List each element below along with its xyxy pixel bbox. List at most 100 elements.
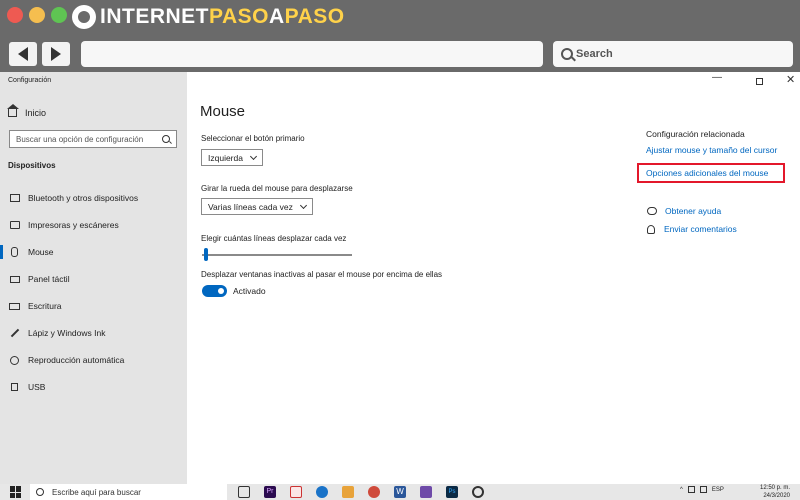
windows-start-icon[interactable] [10, 486, 22, 498]
forward-arrow-icon [51, 47, 61, 61]
get-help-link[interactable]: Obtener ayuda [647, 206, 721, 216]
pen-icon [10, 328, 19, 338]
printer-icon [9, 221, 20, 229]
logo-text: INTERNETPASOAPASO [100, 5, 345, 28]
feedback-icon [647, 224, 655, 234]
lines-slider-label: Elegir cuántas líneas desplazar cada vez [201, 234, 347, 243]
file-explorer-icon[interactable] [342, 486, 354, 498]
sidebar-item-printers[interactable]: Impresoras y escáneres [0, 214, 187, 236]
get-help-label: Obtener ayuda [665, 206, 722, 216]
back-button[interactable] [9, 42, 37, 66]
home-icon [7, 104, 19, 117]
photoshop-icon[interactable]: Ps [446, 486, 458, 498]
lines-slider-track[interactable] [202, 254, 352, 256]
usb-icon [11, 383, 18, 391]
sidebar-item-mouse[interactable]: Mouse [0, 241, 187, 263]
keyboard-icon [9, 302, 20, 310]
clock-time: 12:50 p. m. [760, 485, 791, 491]
settings-search-placeholder: Buscar una opción de configuración [16, 134, 144, 144]
back-arrow-icon [18, 47, 28, 61]
sidebar-item-pen[interactable]: Lápiz y Windows Ink [0, 322, 187, 344]
primary-button-value: Izquierda [208, 152, 243, 163]
scroll-wheel-value: Varias líneas cada vez [208, 201, 293, 212]
network-icon[interactable] [687, 486, 695, 493]
mouse-icon [11, 247, 18, 257]
close-button[interactable]: ✕ [786, 73, 795, 86]
taskbar-apps: Pr W Ps [238, 486, 484, 498]
site-logo: INTERNETPASOAPASO [72, 4, 345, 30]
window-title: Configuración [8, 77, 52, 84]
browser-chrome: INTERNETPASOAPASO Search [0, 0, 800, 72]
sidebar-item-label: Panel táctil [28, 274, 70, 284]
clock[interactable]: 12:50 p. m. 24/3/2020 [760, 484, 790, 500]
search-icon [561, 48, 573, 60]
settings-search-input[interactable]: Buscar una opción de configuración [9, 130, 177, 148]
close-window-button[interactable] [7, 7, 23, 23]
taskbar-search-placeholder: Escribe aquí para buscar [52, 487, 141, 497]
sidebar-item-bluetooth[interactable]: Bluetooth y otros dispositivos [0, 187, 187, 209]
inactive-scroll-toggle[interactable] [202, 285, 227, 297]
sidebar-item-label: Mouse [28, 247, 54, 257]
chevron-up-icon[interactable]: ^ [680, 487, 683, 493]
browser-search-box[interactable]: Search [553, 41, 793, 67]
sidebar-section-title: Dispositivos [8, 161, 56, 170]
volume-icon[interactable] [699, 486, 707, 493]
sidebar-item-label: Inicio [25, 108, 47, 118]
cursor-size-link[interactable]: Ajustar mouse y tamaño del cursor [646, 145, 777, 155]
sidebar-item-label: USB [28, 382, 46, 392]
chevron-down-icon [249, 152, 258, 160]
word-icon[interactable]: W [394, 486, 406, 498]
taskbar-search-input[interactable]: Escribe aquí para buscar [30, 484, 227, 500]
chat-help-icon [647, 207, 657, 215]
settings-main-pane: — ✕ Mouse Seleccionar el botón primario … [187, 72, 800, 484]
lines-slider-thumb[interactable] [204, 248, 208, 261]
chevron-down-icon [299, 201, 307, 209]
primary-button-label: Seleccionar el botón primario [201, 134, 305, 143]
scroll-wheel-label: Girar la rueda del mouse para desplazars… [201, 184, 353, 193]
related-settings-title: Configuración relacionada [646, 129, 745, 139]
media-app-icon[interactable] [290, 486, 302, 498]
sidebar-item-label: Bluetooth y otros dispositivos [28, 193, 139, 203]
system-tray: ^ ESP [680, 486, 724, 493]
highlight-box [637, 163, 785, 183]
search-icon [162, 135, 170, 143]
clock-date: 24/3/2020 [763, 493, 791, 499]
primary-button-dropdown[interactable]: Izquierda [201, 149, 263, 166]
touchpad-icon [9, 275, 20, 283]
image-app-icon[interactable] [420, 486, 432, 498]
premiere-icon[interactable]: Pr [264, 486, 276, 498]
autoplay-icon [10, 355, 19, 365]
task-view-icon[interactable] [238, 486, 250, 498]
sidebar-item-touchpad[interactable]: Panel táctil [0, 268, 187, 290]
settings-gear-icon[interactable] [472, 486, 484, 498]
logo-mark-icon [72, 5, 96, 29]
send-feedback-link[interactable]: Enviar comentarios [647, 224, 737, 234]
forward-button[interactable] [42, 42, 70, 66]
address-bar[interactable] [81, 41, 543, 67]
browser-search-label: Search [576, 48, 613, 60]
maximize-button[interactable] [756, 78, 763, 85]
minimize-window-button[interactable] [29, 7, 45, 23]
edge-icon[interactable] [316, 486, 328, 498]
search-icon [36, 488, 44, 496]
sidebar-item-label: Lápiz y Windows Ink [28, 328, 106, 338]
minimize-button[interactable]: — [712, 72, 722, 83]
bluetooth-icon [9, 194, 20, 202]
sidebar-item-label: Escritura [28, 301, 62, 311]
sidebar-item-label: Impresoras y escáneres [28, 220, 119, 230]
page-title: Mouse [200, 103, 246, 120]
inactive-scroll-state: Activado [233, 286, 266, 296]
language-indicator[interactable]: ESP [712, 487, 724, 493]
sidebar-item-autoplay[interactable]: Reproducción automática [0, 349, 187, 371]
scroll-wheel-dropdown[interactable]: Varias líneas cada vez [201, 198, 313, 215]
settings-sidebar: Configuración Inicio Buscar una opción d… [0, 72, 187, 484]
inactive-scroll-label: Desplazar ventanas inactivas al pasar el… [201, 270, 443, 279]
sidebar-item-home[interactable]: Inicio [7, 104, 47, 118]
chrome-icon[interactable] [368, 486, 380, 498]
send-feedback-label: Enviar comentarios [664, 224, 737, 234]
sidebar-item-label: Reproducción automática [28, 355, 125, 365]
sidebar-item-typing[interactable]: Escritura [0, 295, 187, 317]
sidebar-item-usb[interactable]: USB [0, 376, 187, 398]
maximize-window-button[interactable] [51, 7, 67, 23]
taskbar: Escribe aquí para buscar Pr W Ps ^ ESP 1… [0, 484, 800, 500]
